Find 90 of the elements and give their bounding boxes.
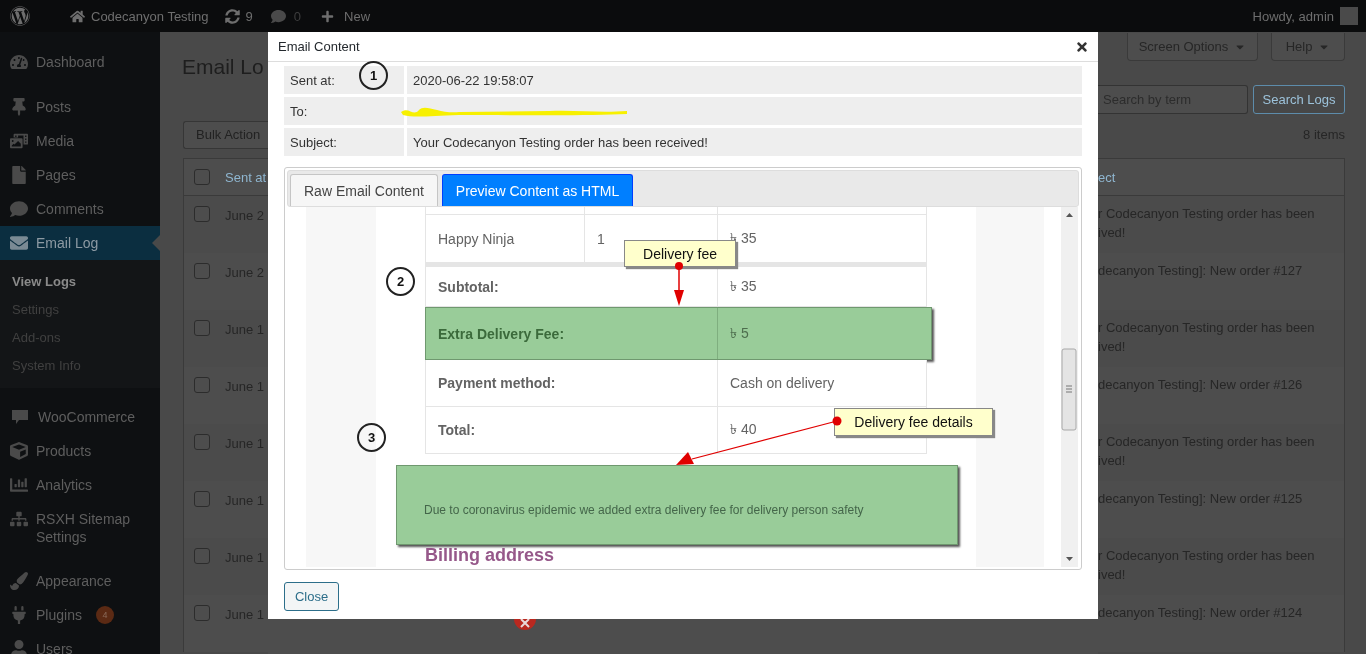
delivery-note: Due to coronavirus epidemic we added extra delivery fee for delivery person safety [396,465,958,545]
cube-icon [10,442,28,460]
sidebar-label: Plugins [36,606,82,624]
sidebar-label: Pages [36,166,76,184]
field-label: Subject: [284,128,404,156]
table-cell: 1 [597,230,605,247]
speech-bubble-icon [10,200,28,218]
page-icon [10,166,28,184]
row-checkbox[interactable] [194,263,210,279]
sidebar-item[interactable]: Media [0,124,160,158]
sidebar-label: Dashboard [36,53,105,71]
sidebar-label: Email Log [36,234,99,252]
table-cell: Happy Ninja [438,230,515,247]
field-value: 2020-06-22 19:58:07 [407,66,1082,94]
field-value: Your Codecanyon Testing order has been received! [407,128,1082,156]
sitemap-icon [10,510,28,528]
billing-heading: Billing address [425,545,556,565]
callout-arrow [673,262,685,306]
sidebar-label: Users [36,640,73,654]
home-icon[interactable] [70,8,85,24]
envelope-icon [10,234,28,252]
row-checkbox[interactable] [194,548,210,564]
greeting-link[interactable]: Howdy, admin [1252,8,1334,24]
callout: Delivery fee details [834,408,993,436]
sidebar-item[interactable]: Comments [0,192,160,226]
close-button[interactable] [1075,39,1089,54]
field-label: To: [284,97,404,125]
sidebar-item[interactable]: Users [0,632,160,654]
row-checkbox[interactable] [194,434,210,450]
sidebar-item[interactable]: RSXH Sitemap Settings [0,502,160,554]
step-marker: 1 [359,61,388,90]
bubble-icon [10,408,30,426]
table-cell: Subtotal: [438,278,499,295]
sidebar-item[interactable]: Pages [0,158,160,192]
row-checkbox[interactable] [194,605,210,621]
table-cell: Payment method: [438,375,556,391]
sidebar-item[interactable]: Appearance [0,564,160,598]
table-cell-text: ৳ 40 [730,420,757,439]
step-marker: 2 [386,267,415,296]
column-header-link[interactable]: Sent at [225,169,267,185]
bar-chart-icon [10,476,28,494]
sidebar-item[interactable]: Dashboard [0,45,160,79]
step-marker: 3 [357,423,386,452]
table-cell-text: ৳ 35 [730,276,757,296]
pin-icon [10,98,28,116]
sidebar-label: WooCommerce [38,408,135,426]
tab[interactable]: Preview Content as HTML [441,174,634,206]
close-button[interactable]: Close [284,582,339,611]
table-cell: Total: [438,422,476,438]
search-logs-button[interactable]: Search Logs [1253,85,1345,114]
sidebar-label: Analytics [36,476,93,494]
sidebar-label: Products [36,442,92,460]
column-header-link[interactable]: ect [1098,169,1116,185]
user-icon [10,640,28,654]
sidebar-label: Comments [36,200,104,218]
sidebar-label: Media [36,132,75,150]
sidebar-label: RSXH Sitemap Settings [36,510,132,546]
select-all-checkbox[interactable] [194,169,210,185]
sidebar-item[interactable]: Analytics [0,468,160,502]
table-cell-text: ৳ 5 [730,323,749,343]
avatar[interactable] [1340,7,1358,25]
photo-icon [10,132,28,150]
new-link[interactable]: New [344,8,371,24]
submenu-item[interactable]: View Logs [0,268,160,296]
row-checkbox[interactable] [194,491,210,507]
gauge-icon [10,53,28,71]
sidebar-label: Posts [36,98,71,116]
sidebar-item[interactable]: Posts [0,90,160,124]
paintbrush-icon [10,572,28,590]
speech-bubble-icon[interactable] [270,8,286,24]
sidebar-item[interactable]: Products [0,434,160,468]
row-checkbox[interactable] [194,206,210,222]
sidebar-item[interactable]: WooCommerce [0,400,160,434]
sidebar-item[interactable]: Email Log [0,226,160,260]
error-icon [513,619,537,633]
sidebar-label: Appearance [36,572,112,590]
site-name-link[interactable]: Codecanyon Testing [91,8,209,24]
logo-icon[interactable] [10,6,30,26]
refresh-icon[interactable] [224,8,240,24]
row-checkbox[interactable] [194,320,210,336]
dialog-title: Email Content [278,39,360,54]
updates-count[interactable]: 9 [245,8,253,24]
table-cell: Cash on delivery [730,375,835,391]
scrollbar[interactable] [1061,207,1078,567]
tab[interactable]: Raw Email Content [290,174,438,206]
plus-icon[interactable] [321,9,335,23]
table-cell: Extra Delivery Fee: [438,325,565,342]
callout: Delivery fee [624,240,736,267]
plug-icon [10,606,28,624]
row-checkbox[interactable] [194,377,210,393]
